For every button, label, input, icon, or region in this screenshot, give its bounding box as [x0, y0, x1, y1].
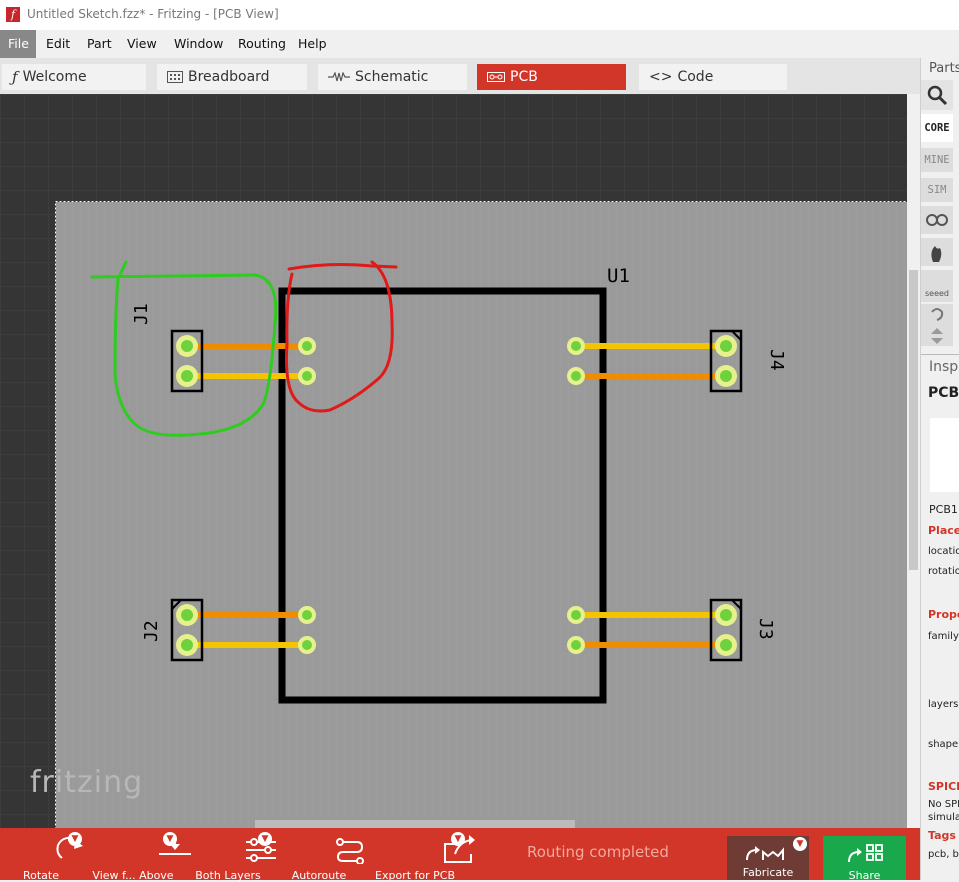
menu-view[interactable]: View	[119, 30, 165, 58]
code-brackets-icon: <>	[649, 69, 673, 85]
menu-routing[interactable]: Routing	[230, 30, 294, 58]
autoroute-button[interactable]: Autoroute	[288, 828, 364, 882]
flame-icon	[931, 246, 942, 262]
parts-search-button[interactable]	[921, 80, 953, 110]
rotation-label: rotation	[928, 566, 959, 577]
routing-status: Routing completed	[527, 843, 669, 861]
tab-schematic-label: Schematic	[355, 69, 429, 85]
search-icon	[927, 85, 948, 106]
view-from-label: View f... Above	[92, 869, 174, 882]
autoroute-label: Autoroute	[291, 869, 347, 882]
j4-label: J4	[766, 349, 787, 371]
tab-code[interactable]: <> Code	[639, 64, 787, 90]
properties-header: Prope	[928, 608, 959, 621]
menu-file[interactable]: File	[0, 30, 36, 58]
spice-text-line-2: simula	[928, 812, 959, 823]
both-layers-button[interactable]: Both Layers	[195, 828, 276, 882]
rotate-dropdown-icon[interactable]: ▼	[68, 832, 82, 846]
view-tab-bar: ƒ Welcome Breadboard Schematic PCB <> Code	[0, 58, 920, 94]
tab-welcome[interactable]: ƒ Welcome	[2, 64, 146, 90]
bin-arduino[interactable]	[921, 206, 953, 234]
menu-bar: File Edit Part View Window Routing Help	[0, 30, 959, 58]
u1-label: U1	[607, 265, 630, 287]
bin-seeed[interactable]: seeed	[921, 270, 953, 302]
family-label: family	[928, 631, 959, 642]
share-label: Share	[848, 869, 881, 882]
bin-scroll[interactable]	[921, 304, 953, 346]
bin-mine[interactable]: MINE	[921, 148, 953, 172]
bin-sparkfun[interactable]	[921, 238, 953, 266]
breadboard-icon	[167, 64, 183, 92]
fabricate-label: Fabricate	[742, 866, 794, 879]
layers-label: layers	[928, 699, 959, 710]
layers-dropdown-icon[interactable]: ▼	[258, 832, 272, 846]
export-for-pcb-button[interactable]: Export for PCB	[372, 828, 475, 882]
resistor-icon	[328, 64, 350, 91]
export-dropdown-icon[interactable]: ▼	[451, 832, 465, 846]
menu-edit[interactable]: Edit	[38, 30, 78, 58]
bin-sim[interactable]: SIM	[921, 178, 953, 202]
share-button[interactable]: Share	[823, 836, 906, 882]
dock-divider	[921, 354, 959, 355]
horizontal-scroll-thumb[interactable]	[255, 820, 575, 828]
view-from-dropdown-icon[interactable]: ▼	[163, 832, 177, 846]
fritzing-watermark: fritzing	[30, 765, 143, 800]
share-icon	[848, 844, 883, 863]
inspector-part-title: PCB1	[928, 385, 959, 401]
tab-schematic[interactable]: Schematic	[318, 64, 467, 90]
export-for-pcb-label: Export for PCB	[375, 869, 455, 882]
placement-header: Placem	[928, 524, 959, 537]
tab-welcome-label: Welcome	[22, 69, 87, 85]
fritzing-app-icon: f	[6, 7, 20, 22]
tab-breadboard[interactable]: Breadboard	[157, 64, 307, 90]
tags-header: Tags	[928, 829, 956, 842]
rotate-button[interactable]: Rotate	[12, 828, 83, 882]
parts-panel-title: Parts	[929, 61, 959, 76]
tab-pcb-label: PCB	[510, 69, 538, 85]
fritzing-logo-icon: ƒ	[12, 68, 18, 86]
j2-label: J2	[141, 620, 162, 642]
pcb-icon	[487, 64, 505, 91]
menu-window[interactable]: Window	[166, 30, 231, 58]
rotate-label: Rotate	[22, 869, 59, 882]
tab-pcb[interactable]: PCB	[477, 64, 626, 90]
fabricate-dropdown-icon[interactable]: ▼	[793, 837, 807, 851]
arduino-infinity-icon	[926, 214, 948, 226]
tags-text: pcb, bo	[928, 849, 959, 860]
tab-code-label: Code	[677, 69, 714, 85]
inspector-title: Inspe	[929, 359, 959, 375]
pcb-board[interactable]	[55, 201, 908, 829]
menu-part[interactable]: Part	[79, 30, 120, 58]
j1-label: J1	[131, 303, 152, 325]
inspector-part-name: PCB1	[929, 503, 958, 516]
both-layers-label: Both Layers	[195, 869, 261, 882]
pcb-canvas[interactable]: U1 J1 J2 J3 J4 fritzing	[0, 94, 907, 828]
chevron-up-down-icon	[931, 308, 944, 344]
j3-label: J3	[755, 618, 776, 640]
menu-help[interactable]: Help	[290, 30, 335, 58]
spice-header: SPICE	[928, 780, 959, 793]
bin-core[interactable]: CORE	[921, 114, 953, 142]
spice-text-line-1: No SPI	[928, 799, 959, 810]
pcb-drawing: U1 J1 J2 J3 J4 fritzing	[30, 201, 908, 829]
vertical-scroll-thumb[interactable]	[909, 270, 918, 570]
location-label: location	[928, 546, 959, 557]
part-preview-image	[930, 418, 959, 492]
window-title: Untitled Sketch.fzz* - Fritzing - [PCB V…	[27, 7, 279, 21]
tab-breadboard-label: Breadboard	[188, 69, 270, 85]
shape-label: shape	[928, 739, 959, 750]
title-bar: f Untitled Sketch.fzz* - Fritzing - [PCB…	[0, 0, 959, 30]
